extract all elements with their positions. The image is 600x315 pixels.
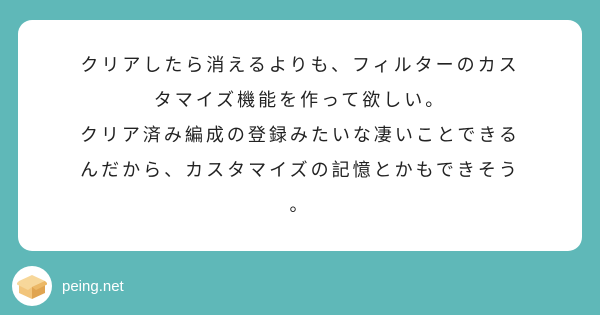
question-line-2: タマイズ機能を作って欲しい。 xyxy=(153,90,447,111)
question-line-5: 。 xyxy=(289,195,311,216)
question-text: クリアしたら消えるよりも、フィルターのカス タマイズ機能を作って欲しい。 クリア… xyxy=(80,48,520,223)
question-line-3: クリア済み編成の登録みたいな凄いことできる xyxy=(79,125,521,146)
site-name[interactable]: peing.net xyxy=(62,278,124,295)
question-line-1: クリアしたら消えるよりも、フィルターのカス xyxy=(80,55,520,76)
footer: peing.net xyxy=(12,266,124,306)
question-card: クリアしたら消えるよりも、フィルターのカス タマイズ機能を作って欲しい。 クリア… xyxy=(18,20,582,251)
cardboard-box-icon xyxy=(12,266,52,306)
question-line-4: んだから、カスタマイズの記憶とかもできそう xyxy=(80,160,520,181)
